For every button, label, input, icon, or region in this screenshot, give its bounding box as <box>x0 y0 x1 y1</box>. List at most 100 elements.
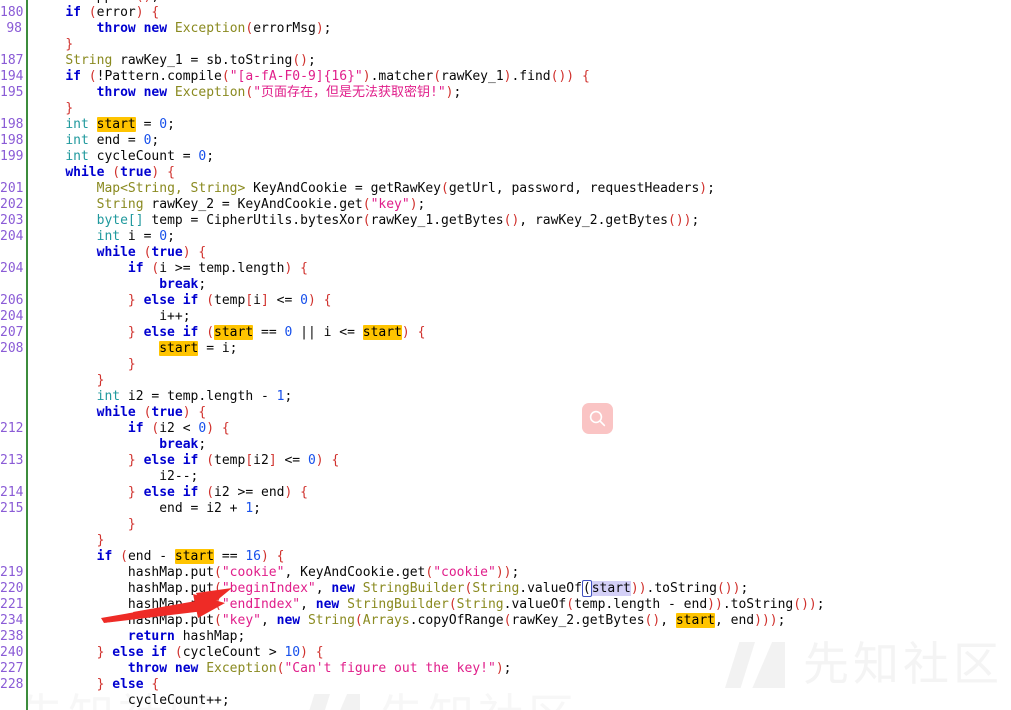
code-line[interactable]: int i2 = temp.length - 1; <box>34 389 825 405</box>
code-line[interactable]: } else { <box>34 677 825 693</box>
search-button[interactable] <box>582 403 613 434</box>
code-token: return <box>127 629 175 644</box>
code-token: { <box>417 325 426 340</box>
code-line[interactable]: if (i2 < 0) { <box>34 421 825 437</box>
code-token: { <box>151 5 160 20</box>
code-token: ) <box>495 661 504 676</box>
code-token: int <box>65 117 89 132</box>
code-token: hashMap.put <box>127 613 215 628</box>
code-line[interactable]: } else if (temp[i2] <= 0) { <box>34 453 825 469</box>
line-number: 208 <box>0 341 24 356</box>
code-line[interactable]: } else if (temp[i] <= 0) { <box>34 293 825 309</box>
code-line[interactable]: throw new Exception(errorMsg); <box>34 21 825 37</box>
code-line[interactable]: int cycleCount = 0; <box>34 149 825 165</box>
code-token: temp <box>214 293 246 308</box>
code-line[interactable]: } <box>34 373 825 389</box>
code-token: new <box>143 21 168 36</box>
code-line[interactable]: while (true) { <box>34 405 825 421</box>
code-line[interactable]: String rawKey_1 = sb.toString(); <box>34 53 825 69</box>
code-token: { <box>198 405 207 420</box>
code-line[interactable]: int end = 0; <box>34 133 825 149</box>
code-line[interactable]: start = i; <box>34 341 825 357</box>
code-line[interactable]: Map<String, String> KeyAndCookie = getRa… <box>34 181 825 197</box>
code-line[interactable]: } <box>34 37 825 53</box>
code-line[interactable]: break; <box>34 277 825 293</box>
code-line[interactable]: if (error) { <box>34 5 825 21</box>
code-line[interactable]: } <box>34 533 825 549</box>
code-token: ; <box>284 389 293 404</box>
code-line[interactable]: if (i >= temp.length) { <box>34 261 825 277</box>
code-token: hashMap; <box>174 629 246 644</box>
code-line[interactable]: byte[] temp = CipherUtils.bytesXor(rawKe… <box>34 213 825 229</box>
code-line[interactable]: while (true) { <box>34 165 825 181</box>
code-token: int <box>96 229 121 244</box>
code-line[interactable]: int i = 0; <box>34 229 825 245</box>
code-token: <= <box>268 293 301 308</box>
code-content[interactable]: sb.append(); if (error) { throw new Exce… <box>34 0 825 709</box>
code-line[interactable]: throw new Exception("页面存在，但是无法获取密钥!"); <box>34 85 825 101</box>
code-token: } <box>127 485 136 500</box>
code-token: if <box>151 645 168 660</box>
code-line[interactable]: throw new Exception("Can't figure out th… <box>34 661 825 677</box>
code-token: ( <box>206 453 215 468</box>
code-line[interactable]: int start = 0; <box>34 117 825 133</box>
code-token: () <box>550 69 567 84</box>
code-token: else <box>143 453 175 468</box>
code-line[interactable]: cycleCount++; <box>34 693 825 709</box>
line-number <box>0 373 22 389</box>
code-line[interactable]: i2--; <box>34 469 825 485</box>
code-token: Map<String, String> <box>96 181 246 196</box>
code-token: ; <box>167 117 175 132</box>
code-token: new <box>315 597 340 612</box>
code-line[interactable]: if (!Pattern.compile("[a-fA-F0-9]{16}").… <box>34 69 825 85</box>
code-token: ; <box>740 581 749 596</box>
code-token: [ <box>245 453 254 468</box>
code-line[interactable]: } else if (i2 >= end) { <box>34 485 825 501</box>
code-line[interactable]: return hashMap; <box>34 629 825 645</box>
code-token: { <box>151 677 160 692</box>
code-token: ( <box>245 85 254 100</box>
code-token: ) <box>261 549 269 564</box>
code-line[interactable]: hashMap.put("beginIndex", new StringBuil… <box>34 580 825 597</box>
code-line[interactable]: } else if (cycleCount > 10) { <box>34 645 825 661</box>
code-line[interactable]: if (end - start == 16) { <box>34 549 825 565</box>
code-line[interactable]: i++; <box>34 309 825 325</box>
code-token: 1 <box>245 501 254 516</box>
code-line[interactable]: } <box>34 517 825 533</box>
code-token: true <box>120 165 152 180</box>
code-line[interactable]: while (true) { <box>34 245 825 261</box>
code-line[interactable]: } else if (start == 0 || i <= start) { <box>34 325 825 341</box>
code-line[interactable]: } <box>34 357 825 373</box>
code-token: ; <box>198 437 207 452</box>
code-token: ( <box>362 197 371 212</box>
code-token: i2 = temp.length - <box>120 389 277 404</box>
code-line[interactable]: hashMap.put("endIndex", new StringBuilde… <box>34 597 825 613</box>
code-token: .valueOf <box>519 581 582 596</box>
code-line[interactable]: break; <box>34 437 825 453</box>
code-line[interactable]: hashMap.put("key", new String(Arrays.cop… <box>34 613 825 629</box>
line-number: 201 <box>0 181 24 196</box>
code-token: .copyOfRange <box>409 613 504 628</box>
code-line[interactable]: String rawKey_2 = KeyAndCookie.get("key"… <box>34 197 825 213</box>
code-line[interactable]: } <box>34 101 825 117</box>
line-number <box>0 405 22 421</box>
code-token: } <box>127 517 136 532</box>
editor-gutter[interactable]: 180 98 187 194 195 198 198 199 201 202 203 204 204 20… <box>0 0 28 710</box>
code-token: || i <= <box>292 325 363 340</box>
code-line[interactable]: hashMap.put("cookie", KeyAndCookie.get("… <box>34 565 825 581</box>
code-token: if <box>182 325 199 340</box>
code-token: ; <box>777 613 786 628</box>
code-line[interactable]: end = i2 + 1; <box>34 501 825 517</box>
